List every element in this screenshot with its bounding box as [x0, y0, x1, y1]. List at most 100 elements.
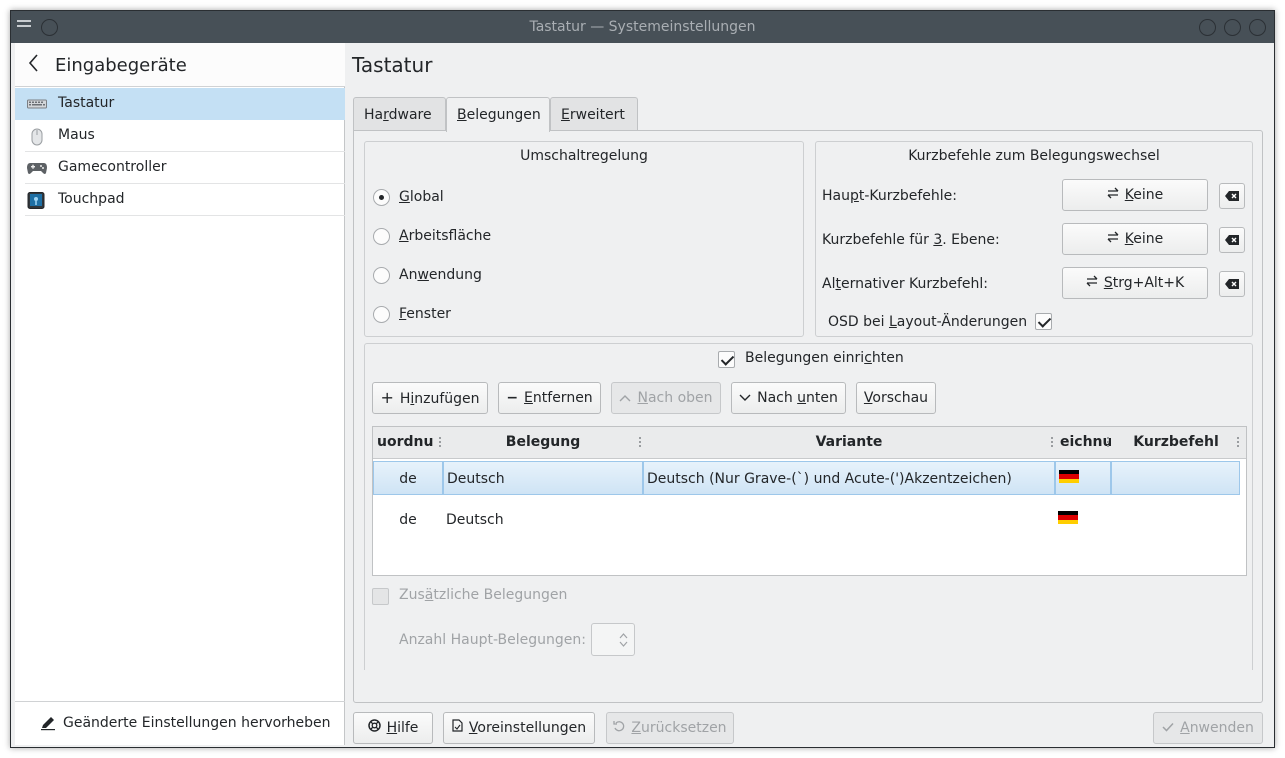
row-map: de: [399, 512, 417, 528]
layouts-group: Belegungen einrichten + Hinzufügen − Entfe…: [364, 343, 1253, 670]
sidebar: Eingabegeräte Tastatur Maus Gamecontroll…: [15, 43, 345, 745]
third-level-shortcut-label: Kurzbefehle für 3. Ebene:: [822, 232, 1000, 248]
highlight-changes-button[interactable]: Geänderte Einstellungen hervorheben: [15, 701, 345, 745]
row-variant: Deutsch (Nur Grave-(`) und Acute-(')Akze…: [643, 461, 1055, 495]
layouts-table[interactable]: uordnu Belegung Variante eichnu Kurzbefe…: [372, 426, 1247, 576]
sidebar-item-label: Touchpad: [58, 191, 125, 207]
table-row[interactable]: de Deutsch Deutsch (Nur Grave-(`) und Ac…: [373, 461, 1240, 495]
clear-main-shortcut-button[interactable]: [1219, 183, 1245, 209]
shortcuts-group: Kurzbefehle zum Belegungswechsel Haupt-K…: [815, 141, 1253, 337]
spin-arrows-icon: [619, 633, 628, 647]
sidebar-item-maus[interactable]: Maus: [15, 120, 345, 152]
row-variant: [643, 503, 1055, 537]
configure-layouts-label: Belegungen einrichten: [745, 350, 904, 366]
sidebar-item-label: Maus: [58, 127, 95, 143]
extra-layouts-label: Zusätzliche Belegungen: [399, 587, 568, 603]
help-button[interactable]: Hilfe: [353, 712, 433, 744]
main-shortcut-button[interactable]: Keine: [1062, 179, 1208, 211]
column-header-shortcut[interactable]: Kurzbefehl: [1111, 427, 1241, 458]
tab-panel-belegungen: Umschaltregelung Global Arbeitsfläche An…: [353, 130, 1263, 703]
clear-third-level-shortcut-button[interactable]: [1219, 227, 1245, 253]
sidebar-item-gamecontroller[interactable]: Gamecontroller: [15, 152, 345, 184]
chevron-down-icon: [739, 383, 751, 413]
osd-label: OSD bei Layout-Änderungen: [828, 314, 1028, 330]
window-title: Tastatur — Systemeinstellungen: [529, 19, 756, 35]
main-layout-count-label: Anzahl Haupt-Belegungen:: [399, 632, 586, 648]
close-button[interactable]: [1249, 19, 1266, 36]
sidebar-item-label: Gamecontroller: [58, 159, 167, 175]
row-layout: Deutsch: [443, 461, 643, 495]
tab-hardware[interactable]: Hardware: [353, 97, 446, 131]
row-shortcut: [1111, 461, 1240, 495]
switching-policy-title: Umschaltregelung: [520, 148, 648, 164]
maximize-button[interactable]: [1224, 19, 1241, 36]
sidebar-item-label: Tastatur: [58, 95, 115, 111]
help-icon: [367, 713, 381, 743]
radio-button[interactable]: [373, 306, 390, 323]
radio-button[interactable]: [373, 228, 390, 245]
gamepad-icon: [27, 160, 47, 176]
main-panel: Tastatur Hardware Belegungen Erweitert U…: [346, 43, 1274, 745]
sidebar-header-label: Eingabegeräte: [55, 55, 187, 76]
extra-layouts-checkbox[interactable]: [372, 588, 389, 605]
column-header-layout[interactable]: Belegung: [443, 427, 643, 458]
clear-alternative-shortcut-button[interactable]: [1219, 271, 1245, 297]
alternative-shortcut-button[interactable]: Strg+Alt+K: [1062, 267, 1208, 299]
mouse-icon: [27, 128, 47, 146]
configure-shortcut-icon: [1107, 224, 1119, 254]
checkmark-icon: [1162, 713, 1174, 743]
alternative-shortcut-label: Alternativer Kurzbefehl:: [822, 276, 989, 292]
sidebar-item-tastatur[interactable]: Tastatur: [15, 88, 345, 120]
german-flag-icon: [1058, 511, 1078, 524]
defaults-button[interactable]: Voreinstellungen: [443, 712, 595, 744]
configure-layouts-checkbox[interactable]: [718, 351, 735, 368]
table-header: uordnu Belegung Variante eichnu Kurzbefe…: [373, 427, 1246, 459]
pencil-icon: [40, 715, 56, 731]
minus-icon: −: [506, 390, 519, 406]
keyboard-icon: [27, 96, 47, 112]
main-layout-count-spinbox[interactable]: [591, 623, 635, 656]
configure-shortcut-icon: [1086, 268, 1098, 298]
remove-layout-button[interactable]: − Entfernen: [498, 382, 601, 414]
plus-icon: +: [380, 388, 394, 407]
document-icon: [452, 713, 463, 743]
german-flag-icon: [1059, 470, 1079, 483]
row-map: de: [373, 461, 443, 495]
column-header-map[interactable]: uordnu: [373, 427, 443, 458]
title-bar[interactable]: Tastatur — Systemeinstellungen: [11, 11, 1274, 43]
add-layout-button[interactable]: + Hinzufügen: [372, 382, 488, 414]
move-up-button[interactable]: Nach oben: [611, 382, 721, 414]
configure-shortcut-icon: [1107, 180, 1119, 210]
shortcuts-title: Kurzbefehle zum Belegungswechsel: [908, 148, 1160, 164]
sidebar-header[interactable]: Eingabegeräte: [15, 43, 345, 87]
reset-button[interactable]: Zurücksetzen: [606, 712, 734, 744]
column-header-variant[interactable]: Variante: [643, 427, 1055, 458]
minimize-button[interactable]: [1199, 19, 1216, 36]
third-level-shortcut-button[interactable]: Keine: [1062, 223, 1208, 255]
tab-belegungen[interactable]: Belegungen: [446, 97, 550, 132]
row-flag-cell: [1055, 461, 1111, 495]
table-row[interactable]: de Deutsch: [373, 503, 1246, 537]
radio-button[interactable]: [373, 267, 390, 284]
backspace-icon: [1225, 191, 1239, 201]
row-shortcut: [1111, 503, 1241, 537]
tab-erweitert[interactable]: Erweitert: [550, 97, 638, 131]
settings-window: Tastatur — Systemeinstellungen Eingabege…: [10, 10, 1275, 748]
column-header-label[interactable]: eichnu: [1055, 427, 1111, 458]
osd-checkbox[interactable]: [1035, 313, 1052, 330]
row-flag-cell: [1055, 503, 1111, 537]
radio-button[interactable]: [373, 189, 390, 206]
sidebar-item-touchpad[interactable]: Touchpad: [15, 184, 345, 216]
main-shortcut-label: Haupt-Kurzbefehle:: [822, 188, 958, 204]
preview-button[interactable]: Vorschau: [856, 382, 936, 414]
backspace-icon: [1225, 279, 1239, 289]
backspace-icon: [1225, 235, 1239, 245]
move-down-button[interactable]: Nach unten: [731, 382, 846, 414]
undo-icon: [613, 713, 625, 743]
row-layout: Deutsch: [446, 512, 504, 528]
apply-button[interactable]: Anwenden: [1153, 712, 1263, 744]
back-arrow-icon[interactable]: [27, 53, 39, 78]
highlight-changes-label: Geänderte Einstellungen hervorheben: [63, 715, 331, 731]
touchpad-icon: [27, 192, 47, 209]
switching-policy-group: Umschaltregelung Global Arbeitsfläche An…: [364, 141, 804, 337]
